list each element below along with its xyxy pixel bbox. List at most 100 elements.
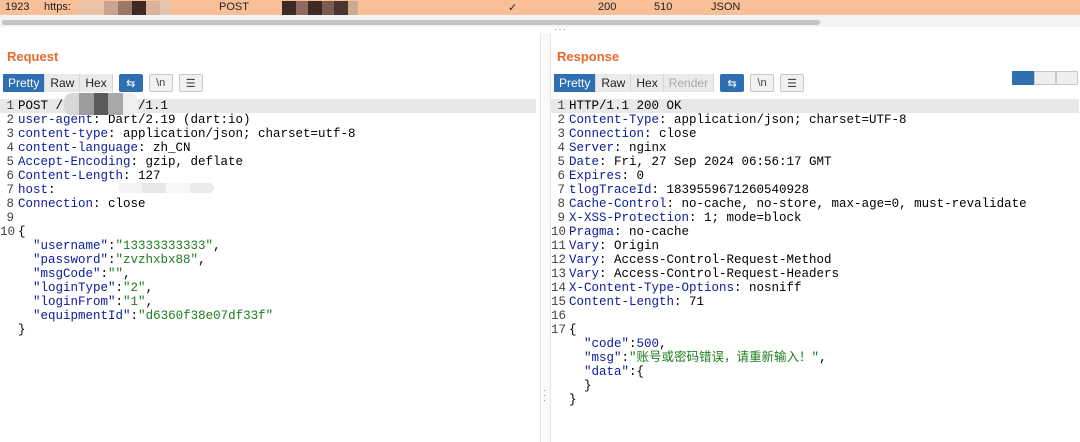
code-line[interactable]: "msg": "账号或密码错误，请重新输入！",: [551, 351, 1079, 365]
code-line[interactable]: "code":500,: [551, 337, 1079, 351]
code-line[interactable]: 8 Connection: close: [0, 197, 536, 211]
code-line[interactable]: 3 Connection: close: [551, 127, 1079, 141]
code-line[interactable]: 4 Server: nginx: [551, 141, 1079, 155]
layout-stacked-icon[interactable]: [1034, 71, 1056, 85]
code-text: : Fri, 27 Sep 2024 06:56:17 GMT: [599, 155, 832, 169]
code-text: : close: [93, 197, 146, 211]
redacted-host: [78, 1, 172, 15]
code-line[interactable]: 13 Vary: Access-Control-Request-Headers: [551, 267, 1079, 281]
code-line[interactable]: 6 Expires: 0: [551, 169, 1079, 183]
response-tab-hex[interactable]: Hex: [631, 74, 664, 92]
json-key: "msgCode": [33, 267, 101, 281]
request-tab-raw[interactable]: Raw: [45, 74, 81, 92]
request-panel: Request Pretty Raw Hex ⇆ \n ☰ 1POST /log…: [0, 33, 540, 442]
redacted-path: [282, 1, 358, 15]
menu-icon[interactable]: ☰: [780, 74, 805, 92]
code-line[interactable]: 3 content-type: application/json; charset…: [0, 127, 536, 141]
history-row-selected[interactable]: 1923 https: POST ✓ 200 510 JSON: [0, 0, 1080, 15]
request-tab-pretty[interactable]: Pretty: [3, 74, 46, 92]
code-line[interactable]: 8 Cache-Control: no-cache, no-store, max-…: [551, 197, 1079, 211]
code-text: : zh_CN: [138, 141, 191, 155]
header-name: Server: [569, 141, 615, 155]
code-line[interactable]: }: [0, 323, 536, 337]
request-tab-hex[interactable]: Hex: [80, 74, 113, 92]
code-line[interactable]: 16: [551, 309, 1079, 323]
header-name: X-XSS-Protection: [569, 211, 690, 225]
response-tab-pretty[interactable]: Pretty: [554, 74, 597, 92]
code-line[interactable]: 5 Accept-Encoding: gzip, deflate: [0, 155, 536, 169]
header-name: user-agent: [18, 113, 94, 127]
code-line[interactable]: "loginType": "2",: [0, 281, 536, 295]
code-line[interactable]: 17{: [551, 323, 1079, 337]
code-text: : application/json; charset=utf-8: [108, 127, 356, 141]
code-line[interactable]: 10 Pragma: no-cache: [551, 225, 1079, 239]
code-text: {: [18, 225, 26, 239]
code-line[interactable]: "password": "zvzhxbx88",: [0, 253, 536, 267]
code-text: : 1839559671260540928: [651, 183, 810, 197]
pane-divider[interactable]: [540, 33, 551, 442]
code-line[interactable]: 4 content-language: zh_CN: [0, 141, 536, 155]
history-length: 510: [654, 1, 673, 13]
line-number: 1: [6, 99, 14, 113]
code-line[interactable]: 5 Date: Fri, 27 Sep 2024 06:56:17 GMT: [551, 155, 1079, 169]
json-key: "loginType": [33, 281, 116, 295]
line-number: 2: [557, 113, 565, 127]
json-value: "d6360f38e07df33f": [138, 309, 274, 323]
code-line[interactable]: 6 Content-Length: 127: [0, 169, 536, 183]
header-name: X-Content-Type-Options: [569, 281, 735, 295]
layout-tabs-icon[interactable]: [1056, 71, 1078, 85]
wrap-lines-icon[interactable]: ⇆: [720, 74, 745, 92]
line-number: [0, 295, 18, 309]
menu-icon[interactable]: ☰: [178, 74, 203, 92]
code-text: : Origin: [599, 239, 660, 253]
horizontal-scrollbar[interactable]: [0, 15, 1080, 27]
code-line[interactable]: "equipmentId": "d6360f38e07df33f": [0, 309, 536, 323]
code-line[interactable]: }: [551, 393, 1079, 407]
code-line[interactable]: 11 Vary: Origin: [551, 239, 1079, 253]
header-name: tlogTraceId: [569, 183, 652, 197]
line-number: 8: [6, 197, 14, 211]
horizontal-scrollbar-thumb[interactable]: [2, 20, 820, 25]
code-line[interactable]: 10{: [0, 225, 536, 239]
wrap-lines-icon[interactable]: ⇆: [118, 74, 143, 92]
show-newlines-icon[interactable]: \n: [750, 74, 775, 92]
show-newlines-icon[interactable]: \n: [148, 74, 173, 92]
header-name: Vary: [569, 239, 600, 253]
code-text: :: [115, 295, 124, 309]
code-line[interactable]: 12 Vary: Access-Control-Request-Method: [551, 253, 1079, 267]
code-line[interactable]: 2 user-agent: Dart/2.19 (dart:io): [0, 113, 536, 127]
code-line[interactable]: "username": "13333333333",: [0, 239, 536, 253]
history-method: POST: [219, 1, 249, 13]
response-editor[interactable]: 1 HTTP/1.1 200 OK 2 Content-Type: applicati…: [551, 99, 1079, 407]
request-editor[interactable]: 1POST /login HTTP/1.12user-agent: Dart/2…: [0, 99, 536, 337]
code-line[interactable]: 9: [0, 211, 536, 225]
line-number: [551, 337, 569, 351]
code-line[interactable]: "loginFrom": "1",: [0, 295, 536, 309]
layout-side-by-side-icon[interactable]: [1012, 71, 1034, 85]
code-line[interactable]: 2 Content-Type: application/json; charset…: [551, 113, 1079, 127]
history-index: 1923: [5, 1, 30, 13]
response-tab-render[interactable]: Render: [663, 74, 715, 92]
response-tab-raw[interactable]: Raw: [596, 74, 632, 92]
code-line[interactable]: 14 X-Content-Type-Options: nosniff: [551, 281, 1079, 295]
code-line[interactable]: }: [551, 379, 1079, 393]
code-line[interactable]: 7 tlogTraceId: 1839559671260540928: [551, 183, 1079, 197]
header-name: Connection: [18, 197, 94, 211]
code-line[interactable]: 1 HTTP/1.1 200 OK: [551, 99, 1079, 113]
code-line[interactable]: "data":{: [551, 365, 1079, 379]
json-key: "code": [584, 337, 630, 351]
header-name: Pragma: [569, 225, 615, 239]
code-line[interactable]: 7 host:: [0, 183, 536, 197]
layout-toggle[interactable]: [1012, 71, 1078, 85]
code-line[interactable]: 15 Content-Length: 71: [551, 295, 1079, 309]
line-number: 7: [557, 183, 565, 197]
redaction-blur-host: [118, 183, 214, 193]
code-line[interactable]: "msgCode": "",: [0, 267, 536, 281]
code-text: : gzip, deflate: [130, 155, 244, 169]
line-number: [551, 393, 569, 407]
code-line[interactable]: 9 X-XSS-Protection: 1; mode=block: [551, 211, 1079, 225]
divider-grip-icon[interactable]: · · ·: [543, 386, 546, 406]
